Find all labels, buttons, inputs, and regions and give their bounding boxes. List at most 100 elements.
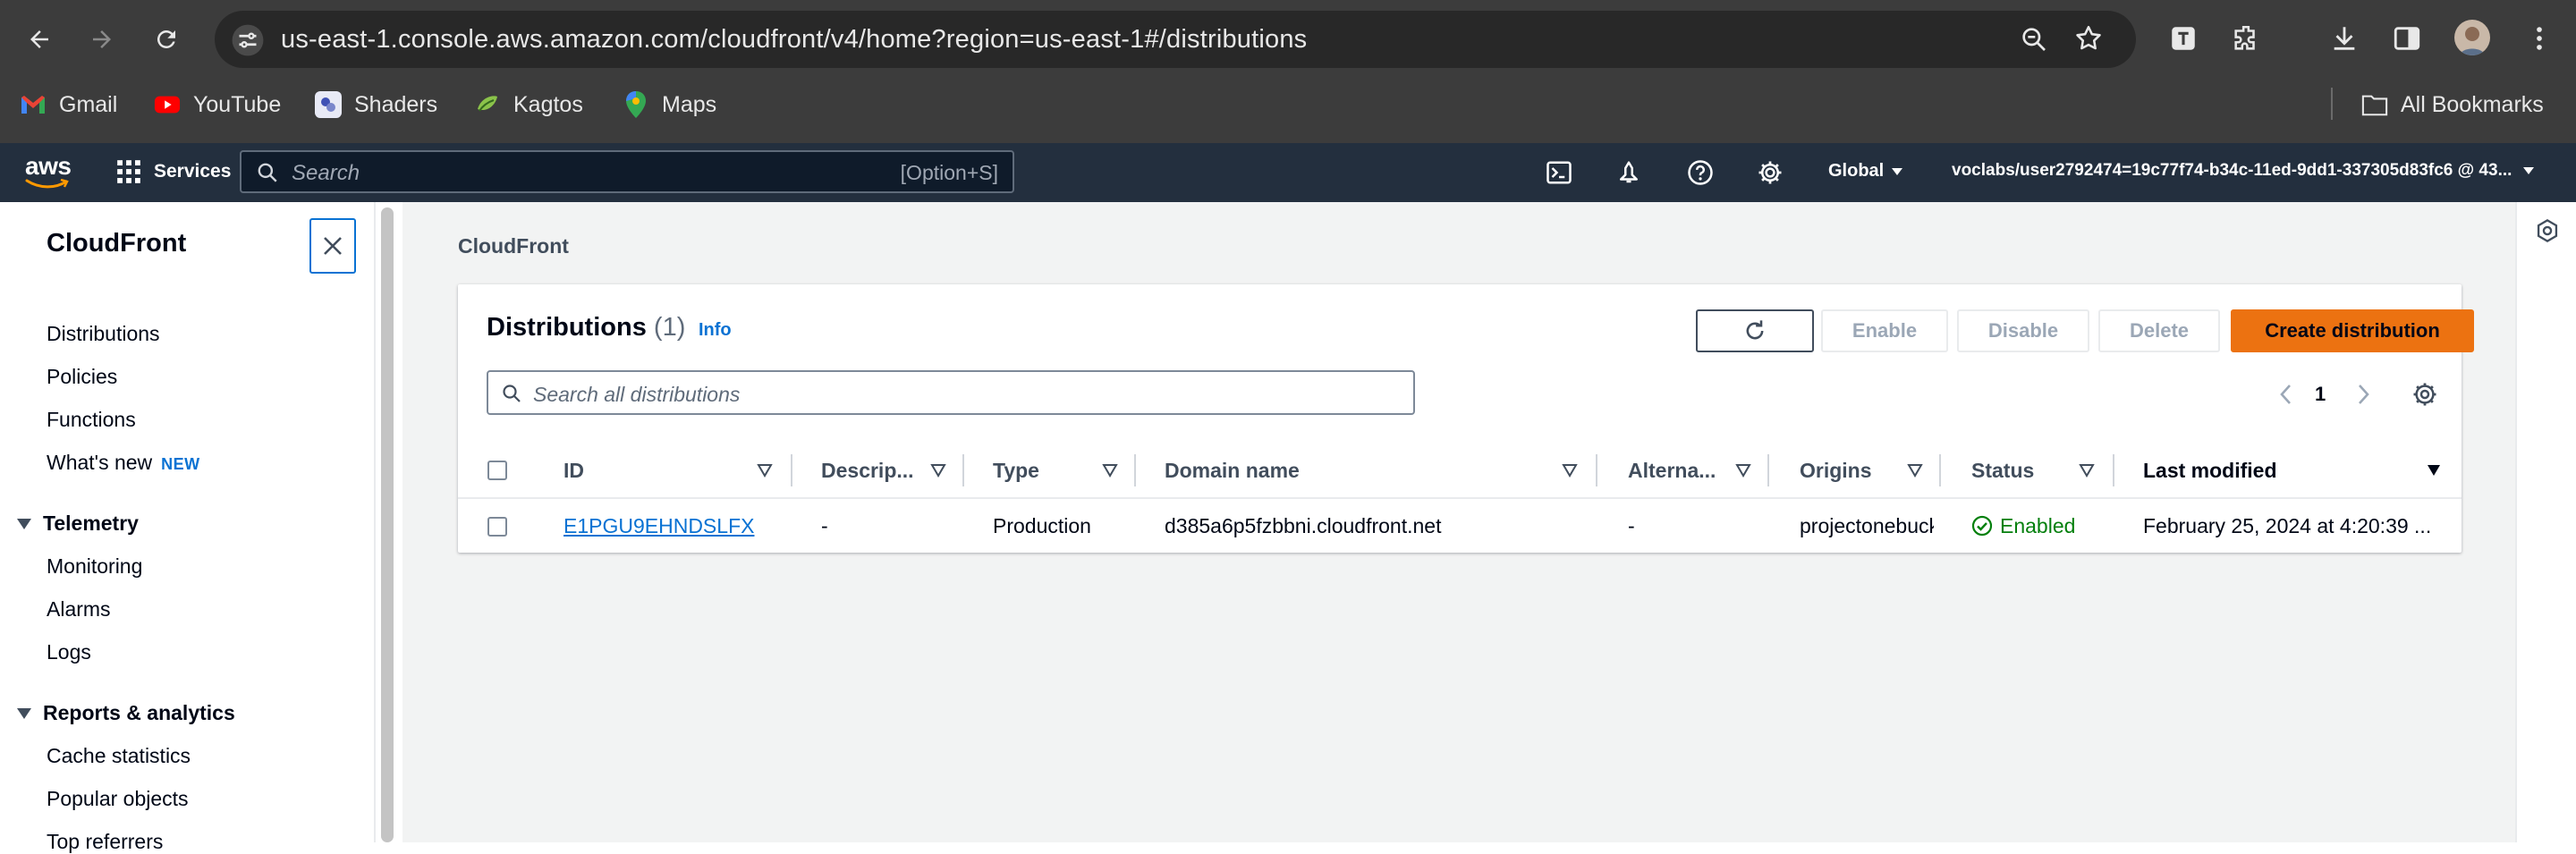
sidebar-item-popular-objects[interactable]: Popular objects	[47, 787, 189, 811]
preferences-gear-icon[interactable]	[2411, 381, 2438, 408]
help-panel-icon[interactable]	[2535, 218, 2560, 243]
grid-icon	[117, 160, 140, 183]
bookmark-star-icon[interactable]	[2073, 23, 2104, 54]
column-header-alternate-domain[interactable]: Alterna...	[1628, 444, 1716, 497]
forward-arrow-icon[interactable]	[82, 20, 122, 59]
column-header-type[interactable]: Type	[993, 444, 1039, 497]
column-header-last-modified[interactable]: Last modified	[2143, 444, 2277, 497]
distribution-search-input[interactable]: Search all distributions	[487, 370, 1415, 415]
section-label: Reports & analytics	[43, 701, 235, 724]
column-separator[interactable]	[791, 454, 792, 486]
sort-icon[interactable]	[1735, 463, 1751, 478]
sort-icon[interactable]	[1907, 463, 1923, 478]
sidebar-item-functions[interactable]: Functions	[47, 408, 136, 432]
sidebar-item-distributions[interactable]: Distributions	[47, 322, 160, 346]
chevron-right-icon[interactable]	[2354, 383, 2372, 406]
region-selector[interactable]: Global	[1828, 161, 1903, 182]
bookmark-gmail[interactable]: Gmail	[20, 86, 117, 123]
cloudshell-icon[interactable]	[1542, 156, 1576, 190]
youtube-icon	[154, 91, 181, 118]
chevron-left-icon[interactable]	[2277, 383, 2295, 406]
search-shortcut: [Option+S]	[900, 161, 998, 184]
section-label: Telemetry	[43, 512, 139, 535]
services-menu[interactable]: Services	[116, 159, 231, 184]
column-header-domain-name[interactable]: Domain name	[1165, 444, 1300, 497]
side-panel-icon[interactable]	[2392, 23, 2422, 54]
sort-icon[interactable]	[930, 463, 946, 478]
bookmark-maps[interactable]: Maps	[623, 86, 716, 123]
row-checkbox[interactable]	[487, 517, 507, 537]
notifications-bell-icon[interactable]	[1612, 156, 1646, 190]
reload-icon[interactable]	[147, 20, 186, 59]
account-menu[interactable]: voclabs/user2792474=19c77f74-b34c-11ed-9…	[1952, 161, 2535, 181]
download-icon[interactable]	[2329, 23, 2360, 54]
cell-domain-name: d385a6p5fzbbni.cloudfront.net	[1165, 513, 1442, 537]
zoom-icon[interactable]	[2020, 25, 2048, 54]
bookmark-label: YouTube	[193, 91, 282, 117]
help-icon[interactable]	[1683, 156, 1717, 190]
caret-down-icon	[1892, 167, 1903, 175]
enable-button[interactable]: Enable	[1821, 309, 1948, 352]
column-separator[interactable]	[962, 454, 964, 486]
column-separator[interactable]	[1939, 454, 1941, 486]
select-all-checkbox[interactable]	[487, 461, 507, 480]
bookmark-shaders[interactable]: Shaders	[315, 86, 437, 123]
sidebar-item-policies[interactable]: Policies	[47, 365, 117, 389]
column-separator[interactable]	[2113, 454, 2114, 486]
bookmark-label: Shaders	[354, 91, 438, 117]
sort-icon[interactable]	[757, 463, 773, 478]
aws-logo[interactable]: aws	[25, 152, 72, 190]
aws-top-nav: aws Services Search [Option+S] Global vo…	[0, 143, 2576, 202]
close-icon	[324, 237, 342, 255]
bookmark-kagtos[interactable]: Kagtos	[474, 86, 583, 123]
sidebar-item-whats-new[interactable]: What's new NEW	[47, 451, 200, 475]
sidebar-item-alarms[interactable]: Alarms	[47, 597, 111, 621]
address-bar[interactable]: us-east-1.console.aws.amazon.com/cloudfr…	[215, 11, 2136, 68]
sidebar-scrollbar[interactable]	[381, 207, 394, 842]
sort-icon[interactable]	[1562, 463, 1578, 478]
sidebar-item-monitoring[interactable]: Monitoring	[47, 554, 142, 579]
info-link[interactable]: Info	[699, 320, 732, 341]
sort-active-icon[interactable]	[2426, 463, 2442, 478]
close-sidebar-button[interactable]	[309, 218, 356, 274]
back-arrow-icon[interactable]	[20, 20, 59, 59]
column-header-origins[interactable]: Origins	[1800, 444, 1872, 497]
sort-icon[interactable]	[1102, 463, 1118, 478]
column-separator[interactable]	[1596, 454, 1597, 486]
refresh-button[interactable]	[1696, 309, 1814, 352]
url-text[interactable]: us-east-1.console.aws.amazon.com/cloudfr…	[281, 25, 1307, 55]
create-distribution-button[interactable]: Create distribution	[2231, 309, 2474, 352]
extension-t-icon[interactable]	[2168, 23, 2199, 54]
browser-menu-icon[interactable]	[2524, 23, 2555, 54]
sidebar-title[interactable]: CloudFront	[47, 229, 186, 258]
bookmark-youtube[interactable]: YouTube	[154, 86, 281, 123]
aws-search-input[interactable]: Search [Option+S]	[240, 150, 1014, 193]
breadcrumb[interactable]: CloudFront	[458, 234, 569, 258]
folder-icon	[2361, 91, 2388, 118]
page-number[interactable]: 1	[2315, 383, 2326, 406]
cell-type: Production	[993, 513, 1091, 537]
settings-gear-icon[interactable]	[1753, 156, 1787, 190]
profile-avatar[interactable]	[2454, 20, 2490, 55]
column-header-status[interactable]: Status	[1971, 444, 2034, 497]
sidebar-item-cache-statistics[interactable]: Cache statistics	[47, 744, 191, 768]
column-separator[interactable]	[1767, 454, 1769, 486]
distribution-id-link[interactable]: E1PGU9EHNDSLFX	[564, 514, 754, 538]
extensions-puzzle-icon[interactable]	[2231, 23, 2261, 54]
search-icon	[258, 163, 277, 182]
column-header-description[interactable]: Descrip...	[821, 444, 914, 497]
sort-icon[interactable]	[2079, 463, 2095, 478]
all-bookmarks[interactable]: All Bookmarks	[2361, 86, 2544, 123]
sidebar-section-telemetry[interactable]: Telemetry	[16, 512, 139, 536]
aws-logo-text: aws	[25, 152, 72, 180]
sidebar-section-reports[interactable]: Reports & analytics	[16, 701, 235, 725]
column-separator[interactable]	[1134, 454, 1136, 486]
delete-button[interactable]: Delete	[2098, 309, 2220, 352]
sidebar-item-logs[interactable]: Logs	[47, 640, 91, 664]
header-divider	[458, 497, 2462, 499]
disable-button[interactable]: Disable	[1957, 309, 2089, 352]
column-header-id[interactable]: ID	[564, 444, 584, 497]
site-settings-icon[interactable]	[231, 23, 265, 57]
status-badge: Enabled	[2000, 513, 2076, 537]
cell-origins: projectonebucket	[1800, 513, 1934, 537]
